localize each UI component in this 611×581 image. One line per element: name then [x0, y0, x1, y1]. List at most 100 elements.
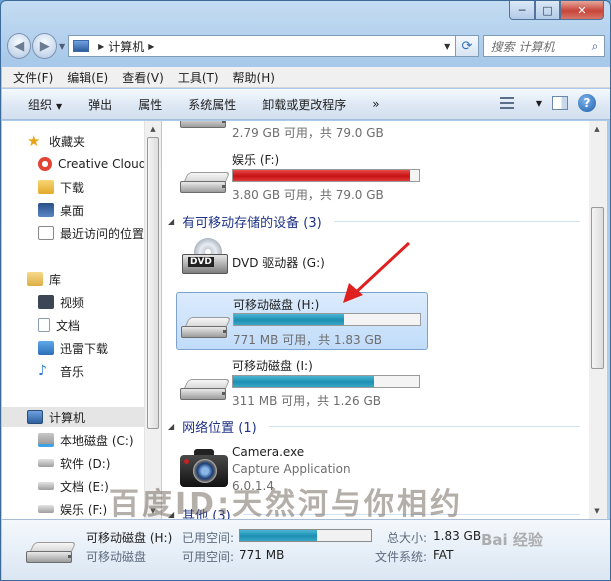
group-header-removable[interactable]: ◢ 有可移动存储的设备 (3)	[168, 211, 580, 231]
scroll-down-icon[interactable]: ▼	[145, 503, 161, 519]
sidebar-item-videos[interactable]: 视频	[38, 292, 144, 312]
minimize-icon: ─	[518, 3, 526, 17]
scroll-down-icon[interactable]: ▼	[589, 503, 605, 519]
drive-tile-i[interactable]: 可移动磁盘 (I:) 311 MB 可用，共 1.26 GB	[176, 355, 428, 413]
help-icon[interactable]: ?	[578, 94, 596, 112]
group-header-network[interactable]: ◢ 网络位置 (1)	[168, 416, 580, 436]
breadcrumb-separator-icon[interactable]: ▶	[98, 42, 104, 51]
maximize-button[interactable]: □	[535, 1, 560, 20]
group-title: 有可移动存储的设备 (3)	[182, 215, 322, 231]
sidebar-label: 下载	[60, 180, 85, 195]
eject-button[interactable]: 弹出	[88, 96, 112, 113]
sidebar-label: 计算机	[49, 410, 86, 425]
recent-pages-dropdown[interactable]: ▼	[59, 42, 65, 51]
address-dropdown-icon[interactable]: ▼	[439, 42, 455, 51]
breadcrumb-separator-icon[interactable]: ▶	[148, 42, 154, 51]
view-dropdown-icon[interactable]: ▼	[536, 99, 542, 108]
sidebar-label: 文档	[56, 318, 81, 333]
sidebar-item-drive-d[interactable]: 软件 (D:)	[38, 453, 144, 473]
more-commands-button[interactable]: »	[372, 97, 379, 111]
forward-arrow-icon: ▶	[39, 38, 50, 54]
search-input[interactable]: 搜索 计算机 ⌕	[482, 35, 605, 57]
menu-file[interactable]: 文件(F)	[13, 69, 53, 86]
organize-button[interactable]: 组织 ▼	[28, 96, 62, 113]
drive-space-info: 771 MB 可用，共 1.83 GB	[233, 333, 382, 347]
scrollbar-thumb[interactable]	[147, 137, 159, 429]
removable-disk-icon	[181, 317, 232, 339]
xunlei-download-icon	[38, 341, 54, 355]
total-size-label: 总大小:	[387, 531, 428, 545]
sidebar-item-downloads[interactable]: 下载	[38, 177, 144, 197]
creative-cloud-icon	[38, 157, 52, 171]
used-space-label: 已用空间:	[182, 531, 235, 545]
sidebar-label: 库	[49, 272, 62, 287]
content-scrollbar[interactable]: ▲ ▼	[589, 121, 607, 519]
scrollbar-thumb[interactable]	[591, 207, 604, 369]
sidebar-item-drive-c[interactable]: 本地磁盘 (C:)	[38, 430, 144, 450]
removable-disk-icon	[180, 379, 231, 401]
menu-help[interactable]: 帮助(H)	[233, 69, 275, 86]
sidebar-item-xunlei[interactable]: 迅雷下载	[38, 338, 144, 358]
sidebar-item-drive-f[interactable]: 娱乐 (F:)	[38, 499, 144, 519]
sidebar-libraries-header[interactable]: 库	[27, 269, 144, 289]
music-note-icon: ♪	[38, 363, 47, 379]
drive-tile-f[interactable]: 娱乐 (F:) 3.80 GB 可用，共 79.0 GB	[176, 148, 428, 206]
item-version: 6.0.1.4	[232, 479, 274, 493]
command-bar: 组织 ▼ 弹出 属性 系统属性 卸载或更改程序 » ▼ ?	[2, 89, 610, 120]
file-system-value: FAT	[433, 548, 454, 562]
forward-button[interactable]: ▶	[32, 33, 57, 59]
refresh-button[interactable]: ⟳	[456, 35, 479, 57]
scroll-up-icon[interactable]: ▲	[589, 121, 605, 137]
content-pane: 2.79 GB 可用，共 79.0 GB 娱乐 (F:) 3.80 GB 可用，…	[162, 121, 589, 519]
organize-label: 组织	[28, 97, 53, 112]
sidebar-item-desktop[interactable]: 桌面	[38, 200, 144, 220]
properties-button[interactable]: 属性	[138, 96, 162, 113]
drive-tile-h[interactable]: 可移动磁盘 (H:) 771 MB 可用，共 1.83 GB	[176, 292, 428, 350]
sidebar-item-documents[interactable]: 文档	[38, 315, 144, 335]
sidebar-item-creative-cloud[interactable]: Creative Cloud	[38, 154, 144, 174]
menu-tools[interactable]: 工具(T)	[178, 69, 219, 86]
close-button[interactable]: ✕	[560, 1, 604, 20]
free-space-label: 可用空间:	[182, 550, 235, 564]
collapse-icon[interactable]: ◢	[168, 422, 174, 431]
total-size-value: 1.83 GB	[433, 529, 482, 543]
drive-space-info: 3.80 GB 可用，共 79.0 GB	[232, 188, 384, 202]
back-button[interactable]: ◀	[7, 33, 32, 59]
drive-tile-dvd[interactable]: DVD DVD 驱动器 (G:)	[176, 234, 428, 292]
details-pane: 可移动磁盘 (H:) 可移动磁盘 已用空间: 可用空间: 771 MB 总大小:…	[2, 519, 610, 580]
group-header-other[interactable]: ◢ 其他 (3)	[168, 504, 580, 519]
collapse-icon[interactable]: ◢	[168, 510, 174, 519]
hard-drive-icon	[180, 172, 231, 194]
sidebar-computer-header[interactable]: 计算机	[2, 407, 144, 427]
hard-drive-icon	[180, 121, 230, 129]
group-title: 网络位置 (1)	[182, 420, 257, 436]
sidebar-item-recent-places[interactable]: 最近访问的位置	[38, 223, 144, 243]
sidebar-label: 文档 (E:)	[60, 479, 109, 494]
sidebar-label: 迅雷下载	[60, 341, 109, 356]
system-properties-button[interactable]: 系统属性	[188, 96, 236, 113]
network-item-camera[interactable]: Camera.exe Capture Application 6.0.1.4	[176, 441, 428, 499]
address-bar[interactable]: ▶ 计算机 ▶ ▼	[68, 35, 457, 57]
close-icon: ✕	[577, 3, 587, 17]
sidebar-item-drive-e[interactable]: 文档 (E:)	[38, 476, 144, 496]
search-icon[interactable]: ⌕	[586, 39, 604, 54]
change-view-icon[interactable]	[499, 96, 522, 110]
navigation-scrollbar[interactable]: ▲ ▼	[144, 121, 161, 519]
menu-edit[interactable]: 编辑(E)	[67, 69, 108, 86]
drive-space-info: 311 MB 可用，共 1.26 GB	[232, 394, 381, 408]
drive-name: DVD 驱动器 (G:)	[232, 256, 325, 270]
free-space-value: 771 MB	[239, 548, 285, 562]
details-drive-type: 可移动磁盘	[86, 550, 147, 564]
sidebar-favorites-header[interactable]: ★ 收藏夹	[27, 131, 144, 151]
uninstall-button[interactable]: 卸载或更改程序	[262, 96, 346, 113]
collapse-icon[interactable]: ◢	[168, 217, 174, 226]
minimize-button[interactable]: ─	[509, 1, 535, 20]
menu-view[interactable]: 查看(V)	[122, 69, 164, 86]
item-description: Capture Application	[232, 462, 351, 476]
sidebar-label: 本地磁盘 (C:)	[60, 433, 134, 448]
preview-pane-icon[interactable]	[552, 96, 568, 110]
sidebar-item-music[interactable]: ♪ 音乐	[38, 361, 144, 381]
drive-space-info: 2.79 GB 可用，共 79.0 GB	[232, 126, 384, 140]
scroll-up-icon[interactable]: ▲	[145, 121, 161, 137]
breadcrumb-computer[interactable]: 计算机	[108, 38, 144, 55]
